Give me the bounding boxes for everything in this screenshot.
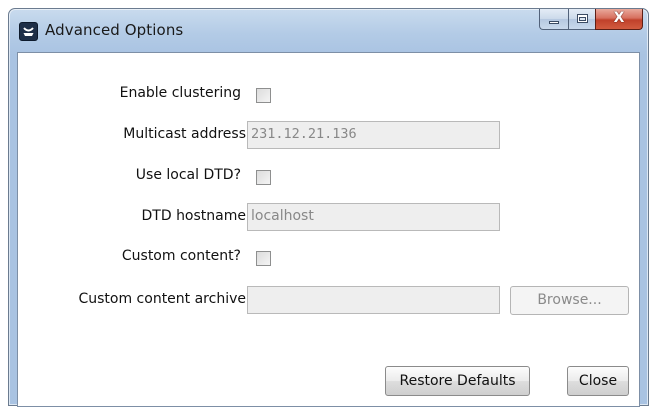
app-logo-icon (19, 22, 38, 41)
dtd-hostname-field[interactable]: localhost (247, 203, 500, 231)
advanced-options-window: Advanced Options X Enable clustering Mul… (8, 8, 649, 407)
dialog-content: Enable clustering Multicast address 231.… (17, 52, 640, 407)
dtd-hostname-label: DTD hostname (141, 208, 247, 224)
maximize-icon (577, 14, 588, 23)
multicast-address-label: Multicast address (123, 126, 246, 142)
browse-button[interactable]: Browse... (510, 286, 629, 315)
close-icon: X (613, 10, 625, 26)
title-bar[interactable]: Advanced Options X (9, 9, 648, 53)
maximize-button[interactable] (568, 9, 595, 30)
caption-buttons: X (539, 9, 643, 31)
restore-defaults-button[interactable]: Restore Defaults (385, 366, 530, 396)
multicast-address-field[interactable]: 231.12.21.136 (247, 121, 500, 149)
custom-content-archive-field[interactable] (247, 286, 500, 314)
close-button[interactable]: Close (567, 366, 629, 396)
minimize-icon (549, 21, 559, 24)
use-local-dtd-checkbox[interactable] (256, 170, 271, 185)
use-local-dtd-label: Use local DTD? (135, 167, 241, 183)
enable-clustering-checkbox[interactable] (256, 88, 271, 103)
window-title: Advanced Options (45, 21, 184, 39)
custom-content-checkbox[interactable] (256, 251, 271, 266)
custom-content-archive-label: Custom content archive (78, 291, 246, 307)
close-window-button[interactable]: X (595, 9, 643, 30)
enable-clustering-label: Enable clustering (119, 85, 241, 101)
custom-content-label: Custom content? (121, 248, 241, 264)
minimize-button[interactable] (539, 9, 568, 30)
